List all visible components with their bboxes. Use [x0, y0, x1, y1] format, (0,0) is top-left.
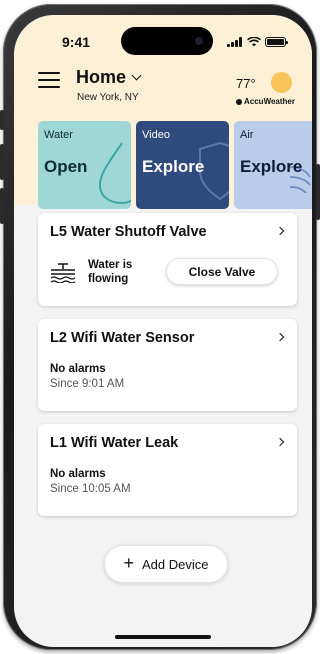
home-title: Home — [76, 67, 127, 87]
close-valve-button[interactable]: Close Valve — [166, 258, 278, 285]
valve-status: Water is flowing — [88, 259, 133, 285]
tile-label: Video — [142, 129, 170, 141]
plus-icon: + — [123, 553, 135, 573]
chevron-right-icon — [275, 332, 285, 342]
device-since: Since 10:05 AM — [50, 483, 131, 495]
device-title: L1 Wifi Water Leak — [50, 435, 179, 451]
temperature[interactable]: 77° — [236, 76, 256, 91]
water-drop-icon — [98, 142, 131, 205]
screen: 9:41 Home New York, NY 77° AccuWeather W… — [14, 15, 312, 647]
camera-icon — [195, 37, 203, 45]
phone-frame: 9:41 Home New York, NY 77° AccuWeather W… — [0, 4, 320, 650]
volume-down-button — [0, 188, 4, 224]
status-time: 9:41 — [62, 34, 91, 50]
device-status: No alarms — [50, 468, 106, 480]
volume-up-button — [0, 144, 4, 180]
chevron-down-icon — [131, 70, 142, 81]
tile-label: Air — [240, 129, 254, 141]
add-device-label: Add Device — [142, 556, 209, 572]
device-status: No alarms — [50, 363, 106, 375]
sun-icon[interactable] — [271, 72, 292, 93]
signal-icon — [227, 37, 243, 47]
status-icons — [227, 37, 288, 47]
device-since: Since 9:01 AM — [50, 378, 125, 390]
power-button — [316, 164, 320, 220]
wifi-icon — [247, 37, 261, 47]
tile-label: Water — [44, 129, 73, 141]
device-card-sensor[interactable]: L2 Wifi Water Sensor No alarms Since 9:0… — [38, 319, 297, 411]
location-label: New York, NY — [77, 92, 139, 103]
chevron-right-icon — [275, 226, 285, 236]
valve-icon — [50, 263, 76, 283]
menu-icon[interactable] — [38, 72, 60, 88]
device-card-leak[interactable]: L1 Wifi Water Leak No alarms Since 10:05… — [38, 424, 297, 516]
device-card-valve[interactable]: L5 Water Shutoff Valve Water is flowing … — [38, 213, 297, 306]
category-tiles: Water Open Video Explore Air Explore — [38, 121, 312, 211]
tile-video[interactable]: Video Explore — [136, 121, 229, 209]
device-title: L2 Wifi Water Sensor — [50, 330, 195, 346]
dynamic-island — [121, 27, 213, 55]
add-device-button[interactable]: + Add Device — [104, 545, 228, 583]
home-indicator[interactable] — [115, 635, 211, 639]
mute-switch — [0, 110, 4, 130]
accuweather-logo: AccuWeather — [236, 97, 295, 106]
tile-water[interactable]: Water Open — [38, 121, 131, 209]
tile-air[interactable]: Air Explore — [234, 121, 312, 209]
home-selector[interactable]: Home — [76, 67, 142, 88]
tile-value: Open — [44, 157, 88, 176]
chevron-right-icon — [275, 437, 285, 447]
device-title: L5 Water Shutoff Valve — [50, 224, 207, 240]
accuweather-icon — [236, 98, 242, 105]
tile-value: Explore — [240, 157, 303, 176]
battery-icon — [265, 37, 288, 47]
tile-value: Explore — [142, 157, 205, 176]
